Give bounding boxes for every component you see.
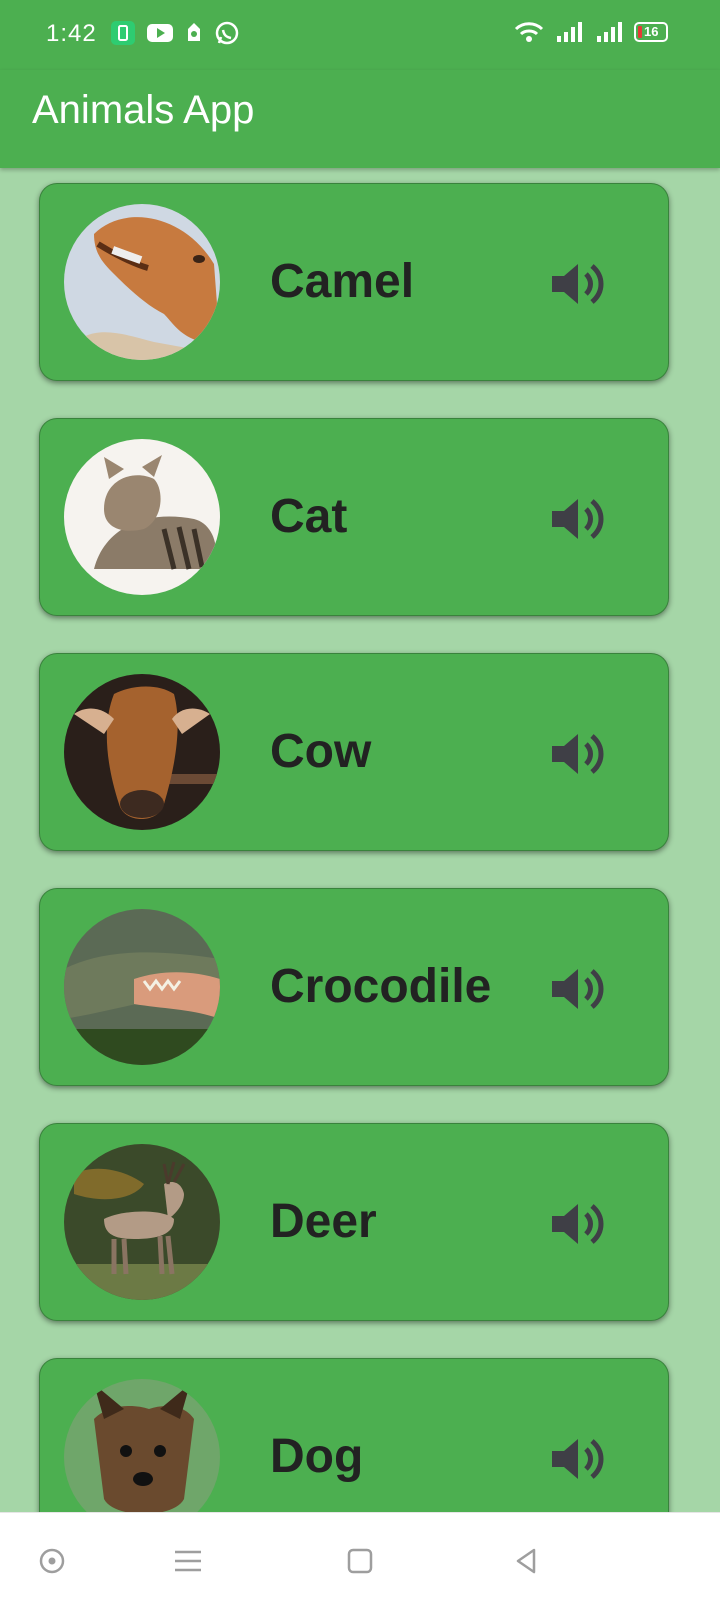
signal-icon xyxy=(597,22,622,42)
volume-icon[interactable] xyxy=(548,254,608,314)
signal-icon xyxy=(557,22,582,42)
volume-icon[interactable] xyxy=(548,489,608,549)
app-title: Animals App xyxy=(32,88,255,132)
status-icons-right: 16 xyxy=(514,20,668,44)
menu-icon[interactable] xyxy=(168,1541,208,1581)
status-icons-left xyxy=(110,20,240,46)
battery-saver-icon xyxy=(111,21,135,45)
animal-name: Deer xyxy=(270,1195,377,1248)
volume-icon[interactable] xyxy=(548,959,608,1019)
volume-icon[interactable] xyxy=(548,724,608,784)
animal-name: Cow xyxy=(270,725,372,778)
animal-card-cow[interactable]: Cow xyxy=(39,653,669,851)
youtube-icon xyxy=(147,24,173,42)
app-icon xyxy=(188,23,200,41)
volume-icon[interactable] xyxy=(548,1194,608,1254)
back-icon[interactable] xyxy=(506,1541,546,1581)
animal-card-camel[interactable]: Camel xyxy=(39,183,669,381)
animal-card-crocodile[interactable]: Crocodile xyxy=(39,888,669,1086)
recent-apps-dot-icon[interactable] xyxy=(32,1541,72,1581)
animal-photo-cow xyxy=(64,674,220,830)
animal-name: Crocodile xyxy=(270,960,492,1013)
animal-name: Cat xyxy=(270,490,348,543)
status-time: 1:42 xyxy=(46,20,97,47)
app-bar: Animals App xyxy=(0,70,720,168)
animal-photo-camel xyxy=(64,204,220,360)
animal-card-dog[interactable]: Dog xyxy=(39,1358,669,1512)
battery-level: 16 xyxy=(644,24,659,39)
animal-name: Camel xyxy=(270,255,415,308)
animal-photo-deer xyxy=(64,1144,220,1300)
navigation-bar xyxy=(0,1512,720,1601)
wifi-icon xyxy=(514,22,544,42)
status-bar: 1:42 16 xyxy=(0,0,720,70)
whatsapp-icon xyxy=(215,21,239,45)
home-icon[interactable] xyxy=(340,1541,380,1581)
animal-photo-cat xyxy=(64,439,220,595)
animal-list[interactable]: Camel Cat Cow Crocodile Deer Dog xyxy=(0,168,720,1512)
animal-photo-crocodile xyxy=(64,909,220,1065)
animal-name: Dog xyxy=(270,1430,364,1483)
animal-card-deer[interactable]: Deer xyxy=(39,1123,669,1321)
animal-card-cat[interactable]: Cat xyxy=(39,418,669,616)
volume-icon[interactable] xyxy=(548,1429,608,1489)
battery-icon: 16 xyxy=(634,22,668,42)
animal-photo-dog xyxy=(64,1379,220,1512)
